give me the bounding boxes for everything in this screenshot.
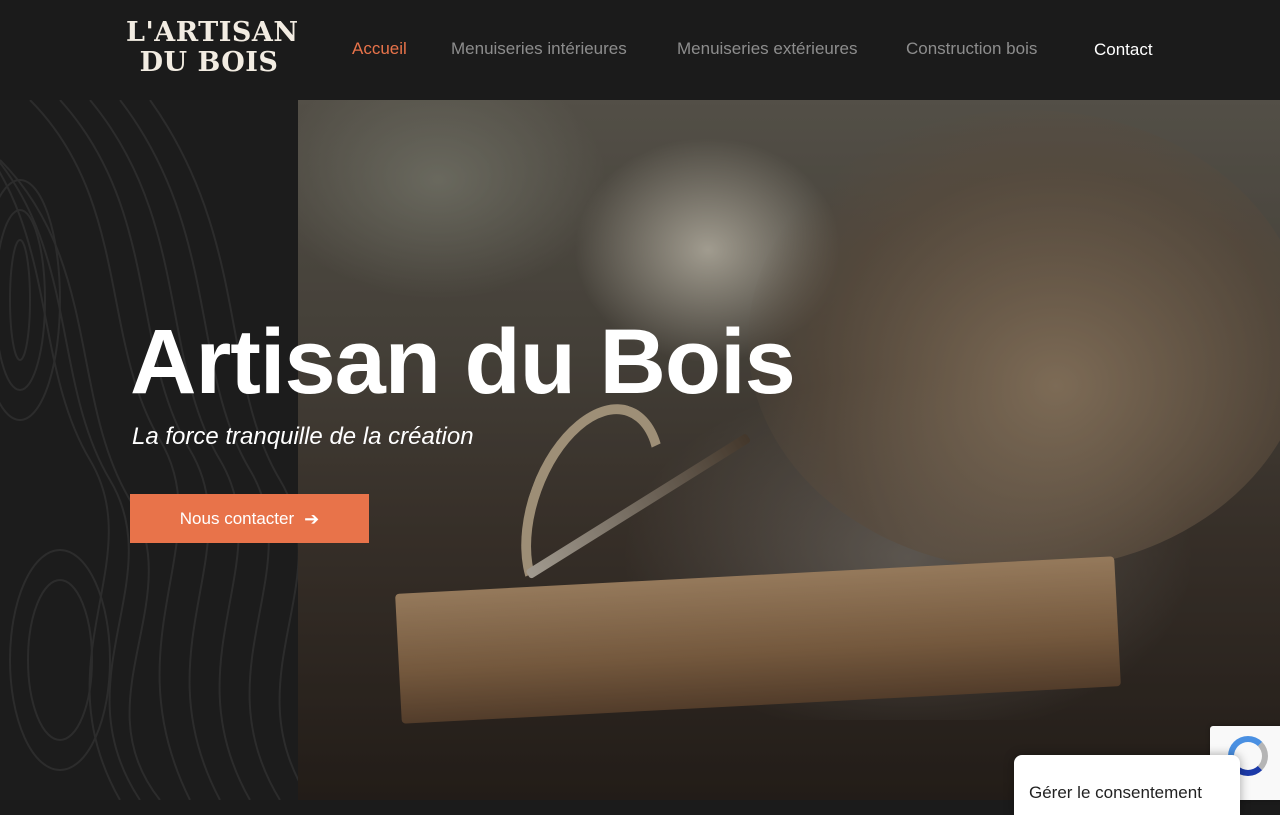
- hero-subtitle: La force tranquille de la création: [132, 423, 474, 450]
- nav-item-construction-bois[interactable]: Construction bois: [906, 38, 1037, 60]
- nav-item-menuiseries-interieures[interactable]: Menuiseries intérieures: [451, 38, 627, 60]
- hero-title: Artisan du Bois: [130, 311, 796, 413]
- site-logo[interactable]: L'ARTISAN DU BOIS: [126, 17, 299, 82]
- logo-line-2: DU BOIS: [139, 47, 279, 78]
- contact-button-label: Nous contacter: [179, 508, 295, 528]
- nav-item-accueil[interactable]: Accueil: [352, 38, 407, 60]
- contact-button[interactable]: Nous contacter ➔: [130, 494, 369, 543]
- arrow-right-icon: ➔: [304, 508, 320, 529]
- nav-item-menuiseries-exterieures[interactable]: Menuiseries extérieures: [677, 38, 857, 60]
- consent-manager-tab[interactable]: Gérer le consentement: [1014, 755, 1240, 815]
- site-header: L'ARTISAN DU BOIS Accueil Menuiseries in…: [0, 0, 1280, 100]
- nav-item-contact[interactable]: Contact: [1094, 39, 1153, 61]
- logo-line-1: L'ARTISAN: [126, 17, 299, 48]
- consent-label: Gérer le consentement: [1029, 783, 1202, 802]
